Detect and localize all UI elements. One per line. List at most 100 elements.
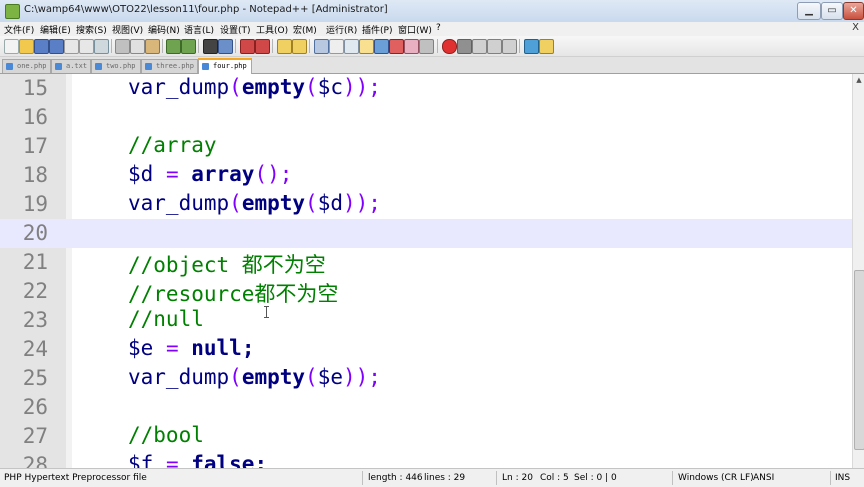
- code-line[interactable]: 19 var_dump(empty($d));: [0, 190, 852, 219]
- tab-three-php[interactable]: three.php: [141, 59, 198, 73]
- save-icon[interactable]: [34, 39, 49, 54]
- print-icon[interactable]: [94, 39, 109, 54]
- zoom-out-icon[interactable]: [255, 39, 270, 54]
- line-number: 20: [22, 221, 48, 245]
- code-token: empty: [241, 365, 306, 389]
- indent-guide-icon[interactable]: [344, 39, 359, 54]
- code-line[interactable]: 21 //object 都不为空: [0, 248, 852, 277]
- undo-icon[interactable]: [166, 39, 181, 54]
- find-icon[interactable]: [203, 39, 218, 54]
- tab-four-php[interactable]: four.php: [198, 58, 252, 75]
- redo-icon[interactable]: [181, 39, 196, 54]
- line-number: 15: [22, 76, 48, 100]
- zoom-in-icon[interactable]: [240, 39, 255, 54]
- mouse-ibeam-cursor: [264, 306, 269, 318]
- menu-settings[interactable]: 设置(T): [220, 23, 251, 36]
- save-macro-icon[interactable]: [502, 39, 517, 54]
- line-number: 24: [22, 337, 48, 361]
- code-text: var_dump(empty($e));: [128, 365, 381, 389]
- menu-language[interactable]: 语言(L): [184, 23, 214, 36]
- menu-search[interactable]: 搜索(S): [76, 23, 107, 36]
- play-macro-icon[interactable]: [472, 39, 487, 54]
- monitoring-icon[interactable]: [419, 39, 434, 54]
- menu-file[interactable]: 文件(F): [4, 23, 34, 36]
- notepadpp-app-icon: [5, 4, 20, 19]
- paste-icon[interactable]: [145, 39, 160, 54]
- word-wrap-icon[interactable]: [314, 39, 329, 54]
- code-token: //array: [128, 133, 217, 157]
- menu-help[interactable]: ?: [436, 23, 441, 33]
- code-line[interactable]: 20: [0, 219, 852, 248]
- code-line[interactable]: 27 //bool: [0, 422, 852, 451]
- minimize-button[interactable]: ▁: [797, 2, 821, 20]
- close-all-icon[interactable]: [79, 39, 94, 54]
- code-token: =: [165, 452, 192, 468]
- status-separator: [672, 471, 673, 485]
- save-all-icon[interactable]: [49, 39, 64, 54]
- folder-workspace-icon[interactable]: [404, 39, 419, 54]
- code-text: //resource都不为空: [128, 278, 338, 308]
- code-line[interactable]: 22 //resource都不为空: [0, 277, 852, 306]
- tab-label: three.php: [156, 62, 194, 70]
- open-file-icon[interactable]: [19, 39, 34, 54]
- spell-check-icon[interactable]: [524, 39, 539, 54]
- code-line[interactable]: 18 $d = array();: [0, 161, 852, 190]
- code-token: (: [229, 191, 242, 215]
- status-length: length : 446: [368, 473, 423, 483]
- function-list-icon[interactable]: [389, 39, 404, 54]
- menu-close-button[interactable]: X: [852, 22, 859, 33]
- menu-run[interactable]: 运行(R): [326, 23, 357, 36]
- new-file-icon[interactable]: [4, 39, 19, 54]
- replace-icon[interactable]: [218, 39, 233, 54]
- menu-view[interactable]: 视图(V): [112, 23, 143, 36]
- sync-vertical-icon[interactable]: [277, 39, 292, 54]
- copy-icon[interactable]: [130, 39, 145, 54]
- line-number: 27: [22, 424, 48, 448]
- code-line[interactable]: 25 var_dump(empty($e));: [0, 364, 852, 393]
- title-bar: C:\wamp64\www\OTO22\lesson11\four.php - …: [0, 0, 864, 23]
- code-line[interactable]: 28 $f = false;: [0, 451, 852, 468]
- code-token: array: [191, 162, 255, 186]
- maximize-button[interactable]: ▭: [821, 2, 843, 20]
- define-language-icon[interactable]: [359, 39, 374, 54]
- toolbar: [0, 36, 864, 57]
- play-multiple-macro-icon[interactable]: [487, 39, 502, 54]
- vertical-scrollbar[interactable]: ▲: [852, 74, 864, 468]
- scroll-up-arrow-icon[interactable]: ▲: [853, 74, 864, 86]
- cut-icon[interactable]: [115, 39, 130, 54]
- code-line[interactable]: 24 $e = null;: [0, 335, 852, 364]
- menu-window[interactable]: 窗口(W): [398, 23, 432, 36]
- tab-two-php[interactable]: two.php: [91, 59, 141, 73]
- show-all-chars-icon[interactable]: [329, 39, 344, 54]
- code-line[interactable]: 26: [0, 393, 852, 422]
- menu-edit[interactable]: 编辑(E): [40, 23, 71, 36]
- code-token: =: [165, 336, 192, 360]
- menu-macro[interactable]: 宏(M): [293, 23, 317, 36]
- record-macro-icon[interactable]: [442, 39, 457, 54]
- scrollbar-thumb[interactable]: [854, 270, 864, 450]
- stop-macro-icon[interactable]: [457, 39, 472, 54]
- close-file-icon[interactable]: [64, 39, 79, 54]
- toolbar-separator: [111, 39, 112, 53]
- close-button[interactable]: ✕: [843, 2, 864, 20]
- code-token: $e: [128, 336, 166, 360]
- code-line[interactable]: 17 //array: [0, 132, 852, 161]
- sync-horizontal-icon[interactable]: [292, 39, 307, 54]
- doc-map-icon[interactable]: [374, 39, 389, 54]
- code-editor[interactable]: 15 var_dump(empty($c)); 16 17//array 18 $d = …: [0, 74, 852, 468]
- code-line[interactable]: 23 //null: [0, 306, 852, 335]
- code-line[interactable]: 16: [0, 103, 852, 132]
- status-eol: Windows (CR LF): [678, 473, 754, 483]
- menu-plugins[interactable]: 插件(P): [362, 23, 392, 36]
- code-token: $c: [317, 75, 343, 99]
- plugin-icon[interactable]: [539, 39, 554, 54]
- status-selection: Sel : 0 | 0: [574, 473, 617, 483]
- code-line[interactable]: 15 var_dump(empty($c));: [0, 74, 852, 103]
- file-tab-icon: [55, 63, 62, 70]
- tab-a-txt[interactable]: a.txt: [51, 59, 91, 73]
- menu-tools[interactable]: 工具(O): [256, 23, 288, 36]
- code-token: $e: [317, 365, 343, 389]
- status-language: PHP Hypertext Preprocessor file: [4, 473, 147, 483]
- tab-one-php[interactable]: one.php: [2, 59, 51, 73]
- menu-encoding[interactable]: 编码(N): [148, 23, 180, 36]
